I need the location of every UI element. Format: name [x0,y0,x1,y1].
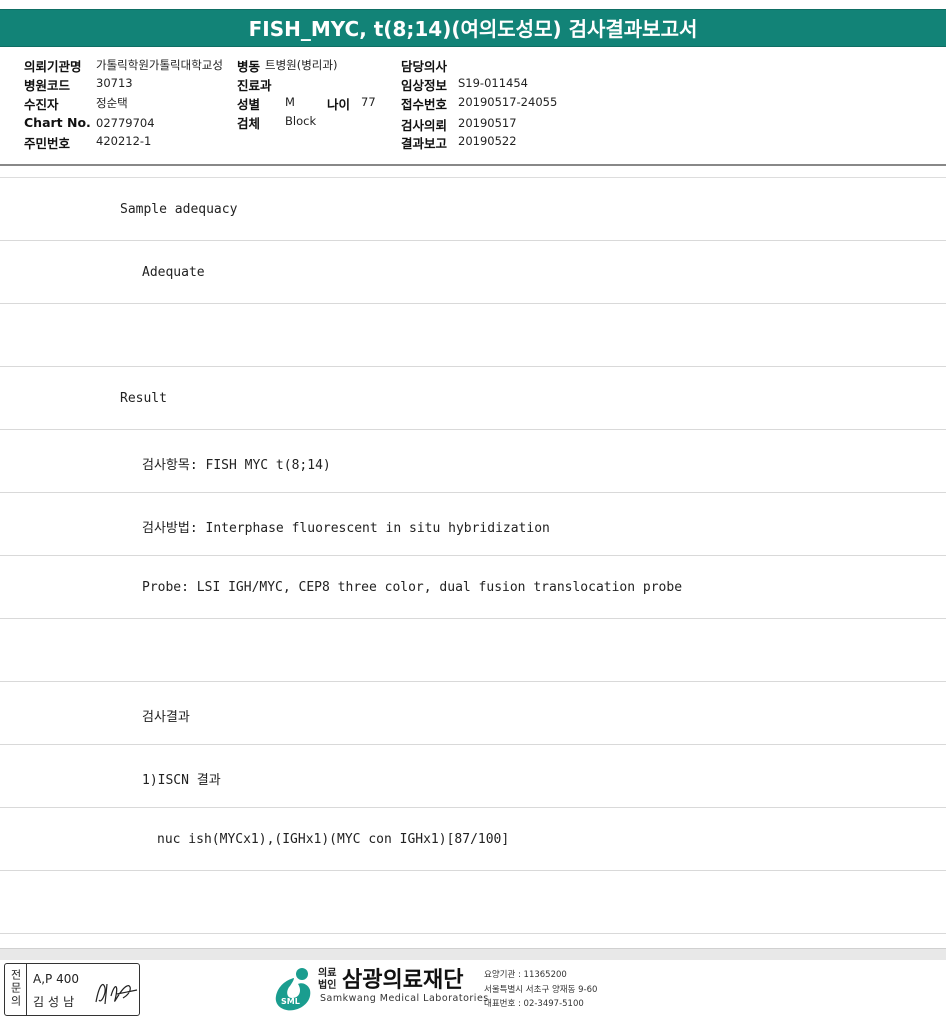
org-tag-line1: 의료 [318,968,337,979]
patient-info-header: 의뢰기관명 가톨릭학원가톨릭대학교성 병동 트병원(병리과) 담당의사 병원코드… [0,48,946,166]
result-row: 검사결과 [0,682,946,745]
ward-value: 트병원(병리과) [265,58,338,72]
result-row: 검사항목: FISH MYC t(8;14) [0,430,946,493]
clinical-info-label: 임상정보 [401,78,448,93]
sml-badge-text: SML [281,997,300,1006]
specialist-label: 전문의 [5,964,27,1015]
pathologist-name: 김성남 [33,995,79,1009]
org-phone: 대표번호 : 02-3497-5100 [484,999,584,1009]
result-row-text: Result [120,391,167,406]
request-value: 20190517 [458,116,517,130]
result-row: 1)ISCN 결과 [0,745,946,808]
institution-label: 의뢰기관명 [24,59,82,74]
id-no-label: 주민번호 [24,136,71,151]
specimen-label: 검체 [237,116,261,131]
dept-label: 진료과 [237,78,272,93]
result-row-text: 검사방법: Interphase fluorescent in situ hyb… [142,521,550,536]
result-row: Sample adequacy [0,178,946,241]
result-row-text: Adequate [142,265,205,280]
result-row-text: Probe: LSI IGH/MYC, CEP8 three color, du… [142,580,683,595]
hospital-code-label: 병원코드 [24,78,71,93]
chart-no-label: Chart No. [24,115,91,130]
hospital-code-value: 30713 [96,76,133,90]
doctor-label: 담당의사 [401,59,448,74]
organization-name: 삼광의료재단 [342,968,464,993]
result-row: 검사방법: Interphase fluorescent in situ hyb… [0,493,946,556]
result-row: Result [0,367,946,430]
specimen-value: Block [285,114,317,128]
header-divider [0,164,946,166]
sex-value: M [285,95,295,109]
footer-band [0,948,946,960]
org-facility-code: 요양기관 : 11365200 [484,970,567,980]
result-row: Adequate [0,241,946,304]
result-row [0,304,946,367]
result-row-text: Sample adequacy [120,202,238,217]
result-row: Probe: LSI IGH/MYC, CEP8 three color, du… [0,556,946,619]
sex-label: 성별 [237,97,261,112]
result-row: nuc ish(MYCx1),(IGHx1)(MYC con IGHx1)[87… [0,808,946,871]
request-label: 검사의뢰 [401,118,448,133]
patient-label: 수진자 [24,97,59,112]
patient-value: 정순택 [96,96,128,110]
result-rows: Sample adequacy Adequate Result 검사항목: FISH … [0,178,946,934]
result-row [0,619,946,682]
receipt-no-label: 접수번호 [401,97,448,112]
result-row-text: 검사항목: FISH MYC t(8;14) [142,458,331,473]
clinical-info-value: S19-011454 [458,76,528,90]
report-date-label: 결과보고 [401,136,448,151]
organization-english-name: Samkwang Medical Laboratories [320,993,489,1004]
result-row-text: 검사결과 [142,710,190,725]
org-type-tag: 의료 법인 [318,968,336,992]
id-no-value: 420212-1 [96,134,152,148]
institution-value: 가톨릭학원가톨릭대학교성 [96,58,223,72]
pathologist-license: A,P 400 [33,972,79,986]
age-label: 나이 [327,97,351,112]
specialist-label-text: 전문의 [9,969,22,1008]
result-row-text: nuc ish(MYCx1),(IGHx1)(MYC con IGHx1)[87… [157,832,510,847]
sml-logo-icon: SML [275,968,311,1011]
handwritten-signature-icon [95,983,138,1005]
org-tag-line2: 법인 [318,980,337,991]
ward-label: 병동 [237,59,261,74]
receipt-no-value: 20190517-24055 [458,95,558,109]
pathologist-signature-box: 전문의 A,P 400 김성남 [4,963,140,1016]
chart-no-value: 02779704 [96,116,155,130]
result-row-text: 1)ISCN 결과 [142,773,221,788]
result-row [0,871,946,934]
report-title: FISH_MYC, t(8;14)(여의도성모) 검사결과보고서 [0,9,946,47]
org-address: 서울특별시 서초구 양재동 9-60 [484,985,598,995]
report-date-value: 20190522 [458,134,517,148]
age-value: 77 [361,95,376,109]
